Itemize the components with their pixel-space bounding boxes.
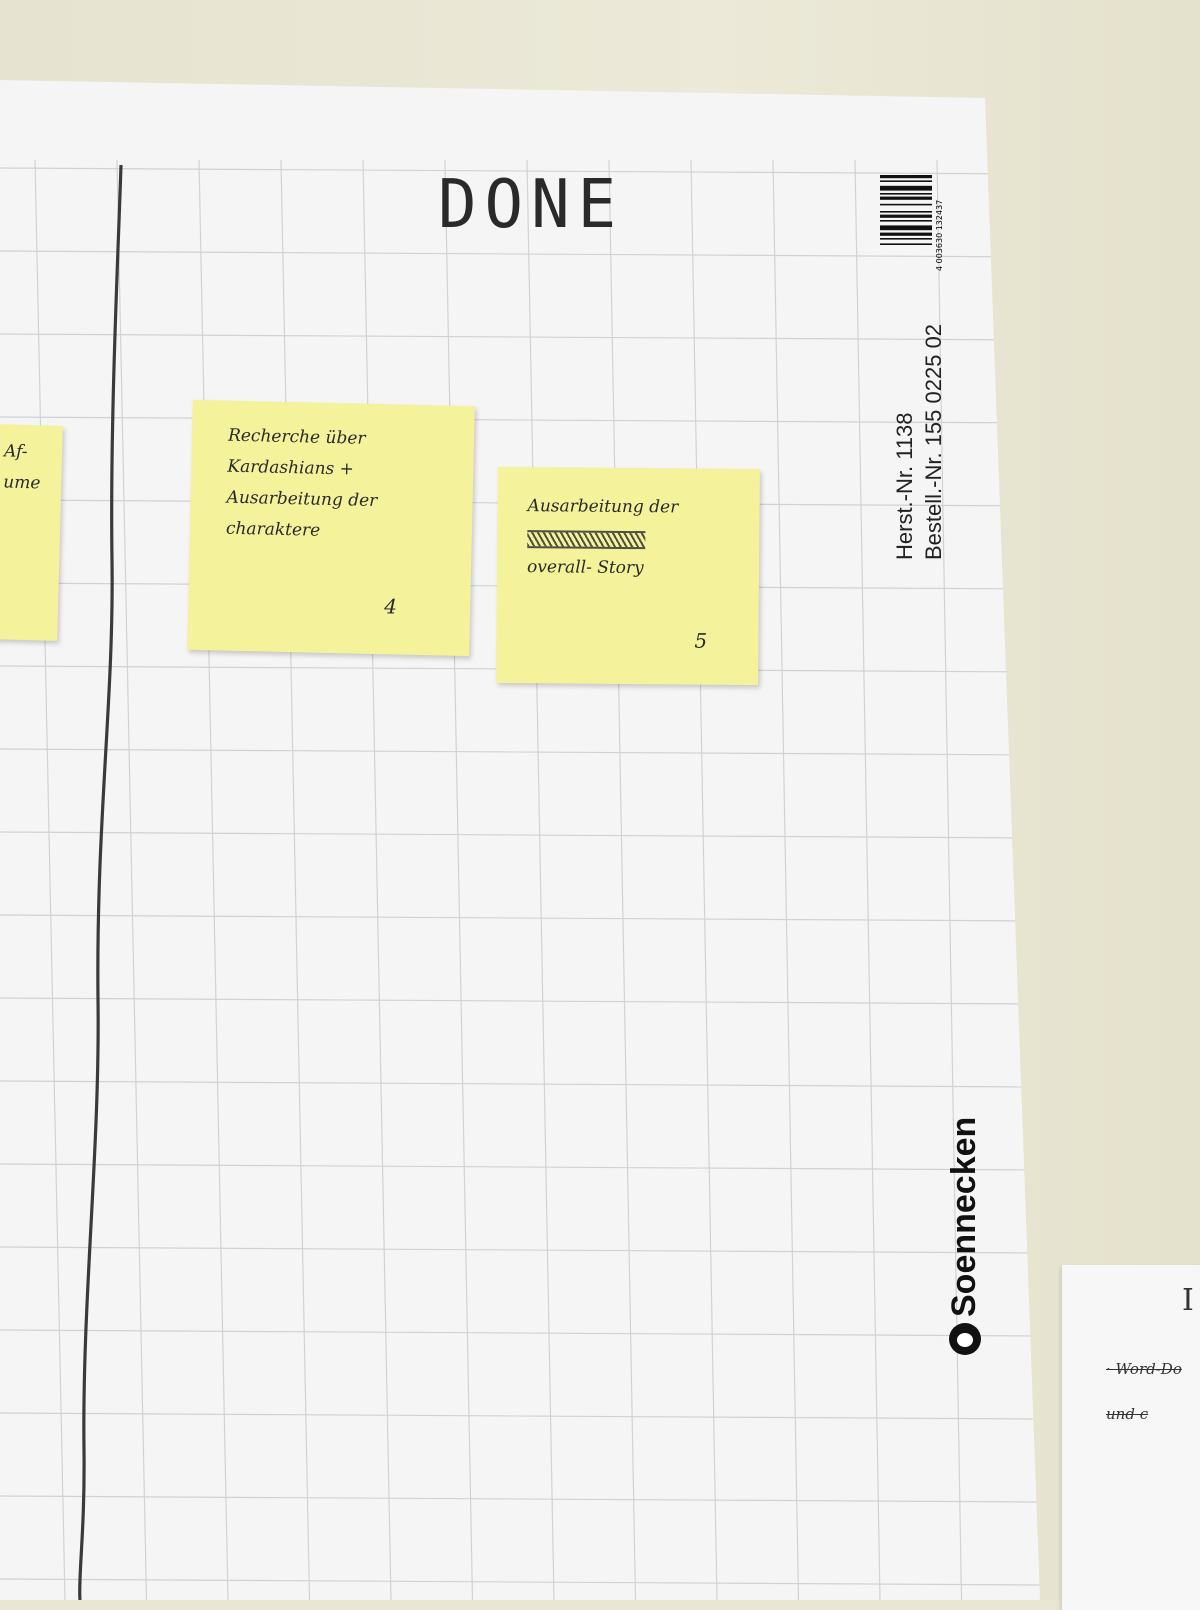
barcode-icon: 4 003630 132437	[880, 175, 944, 271]
side-paper-line: und c	[1106, 1405, 1149, 1423]
sticky-note-task-4[interactable]: Recherche über Kardashians + Ausarbeitun…	[187, 399, 475, 657]
barcode-number: 4 003630 132437	[935, 200, 944, 271]
sticky-note-line: Af-	[3, 441, 28, 463]
product-info-print: Herst.-Nr. 1138 Bestell.-Nr. 155 0225 02	[890, 324, 948, 560]
barcode-bar	[880, 185, 932, 191]
barcode-bar	[880, 211, 932, 213]
soennecken-logo-icon	[948, 1323, 981, 1355]
column-heading-done: DONE	[438, 166, 625, 244]
barcode-bar	[880, 193, 932, 195]
barcode-bar	[880, 203, 932, 206]
sticky-note-line: charaktere	[225, 518, 321, 541]
sticky-note-line: ume	[3, 472, 41, 494]
barcode-bar	[880, 238, 932, 240]
barcode-bar	[880, 232, 932, 236]
barcode-bar	[880, 196, 932, 200]
brand-logo: Soennecken	[945, 1117, 984, 1355]
side-paper-line: · Word-Do	[1106, 1360, 1182, 1378]
barcode-bar	[880, 180, 932, 182]
side-paper-title: I	[1182, 1283, 1194, 1318]
barcode-bar	[880, 243, 932, 245]
brand-name: Soennecken	[945, 1116, 983, 1317]
sticky-note-partial: Af- ume	[0, 424, 63, 641]
barcode-bar	[880, 220, 932, 222]
side-paper-sheet: I · Word-Do und c	[1062, 1265, 1200, 1610]
sticky-note-line: overall- Story	[526, 557, 644, 579]
sticky-note-line: Ausarbeitung der	[527, 496, 679, 518]
sticky-note-task-5[interactable]: Ausarbeitung der overall- Story 5	[496, 466, 760, 686]
flipchart-sheet	[0, 80, 1040, 1600]
crossed-out-word	[527, 530, 646, 550]
barcode-bar	[880, 175, 932, 179]
order-number: Bestell.-Nr. 155 0225 02	[921, 323, 946, 560]
manufacturer-number: Herst.-Nr. 1138	[892, 412, 917, 560]
story-points: 4	[383, 594, 398, 619]
barcode-bar	[880, 214, 932, 218]
barcode-bar	[880, 225, 932, 231]
story-points: 5	[694, 628, 708, 653]
